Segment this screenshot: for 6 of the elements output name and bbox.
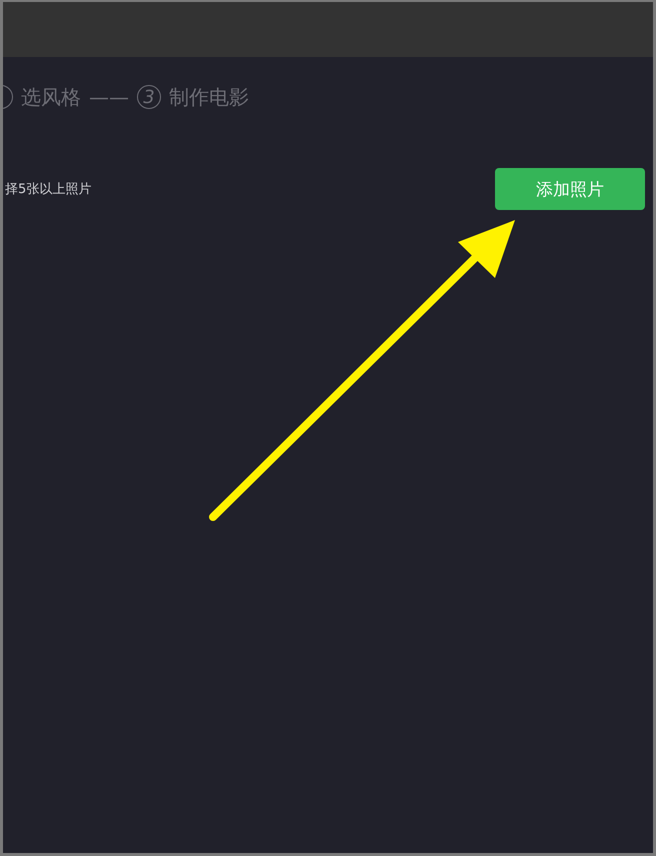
hint-text: 择5张以上照片 [5,181,92,198]
step-label: 制作电影 [169,84,249,110]
add-photos-button[interactable]: 添加照片 [495,168,645,210]
step-number: 3 [137,85,161,109]
step-label: 选风格 [21,84,81,110]
step-separator: —— [89,85,129,109]
